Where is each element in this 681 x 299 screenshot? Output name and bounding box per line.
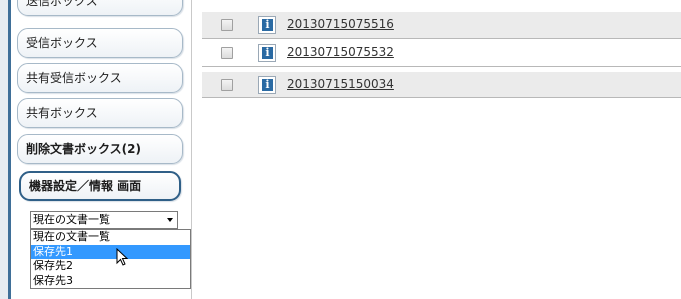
mouse-cursor-icon xyxy=(116,248,129,266)
dropdown-option-destination-3[interactable]: 保存先3 xyxy=(31,274,190,289)
sidebar-item-deleted-box[interactable]: 削除文書ボックス(2) xyxy=(17,134,183,164)
sidebar-item-outbox[interactable]: 送信ボックス xyxy=(17,0,183,16)
sidebar-item-shared-box[interactable]: 共有ボックス xyxy=(17,98,183,128)
row-divider xyxy=(202,66,681,67)
row-checkbox[interactable] xyxy=(221,79,233,91)
sidebar: 送信ボックス 受信ボックス 共有受信ボックス 共有ボックス 削除文書ボックス(2… xyxy=(13,0,191,299)
table-row: i 20130715075532 xyxy=(202,40,681,66)
row-checkbox[interactable] xyxy=(221,47,233,59)
chevron-down-icon[interactable] xyxy=(167,218,173,222)
document-link[interactable]: 20130715150034 xyxy=(287,77,394,91)
select-dropdown-list: 現在の文書一覧 保存先1 保存先2 保存先3 xyxy=(30,229,191,289)
document-list-select[interactable]: 現在の文書一覧 xyxy=(30,211,178,229)
table-row: i 20130715150034 xyxy=(202,72,681,98)
left-border-strip xyxy=(0,0,13,299)
document-list: i 20130715075516 i 20130715075532 i 2013… xyxy=(192,0,681,299)
select-value: 現在の文書一覧 xyxy=(33,213,110,226)
sidebar-item-device-settings[interactable]: 機器設定／情報 画面 xyxy=(19,171,181,201)
document-link[interactable]: 20130715075532 xyxy=(287,45,394,59)
table-row: i 20130715075516 xyxy=(202,12,681,38)
sidebar-item-shared-inbox[interactable]: 共有受信ボックス xyxy=(17,63,183,93)
dropdown-option-current[interactable]: 現在の文書一覧 xyxy=(31,230,190,245)
info-icon[interactable]: i xyxy=(258,16,276,34)
row-divider xyxy=(202,97,681,98)
info-icon[interactable]: i xyxy=(258,76,276,94)
dropdown-option-destination-1[interactable]: 保存先1 xyxy=(31,244,190,259)
sidebar-item-inbox[interactable]: 受信ボックス xyxy=(17,28,183,58)
document-link[interactable]: 20130715075516 xyxy=(287,17,394,31)
info-icon[interactable]: i xyxy=(258,44,276,62)
dropdown-option-destination-2[interactable]: 保存先2 xyxy=(31,259,190,274)
row-checkbox[interactable] xyxy=(221,19,233,31)
row-divider xyxy=(202,38,681,39)
